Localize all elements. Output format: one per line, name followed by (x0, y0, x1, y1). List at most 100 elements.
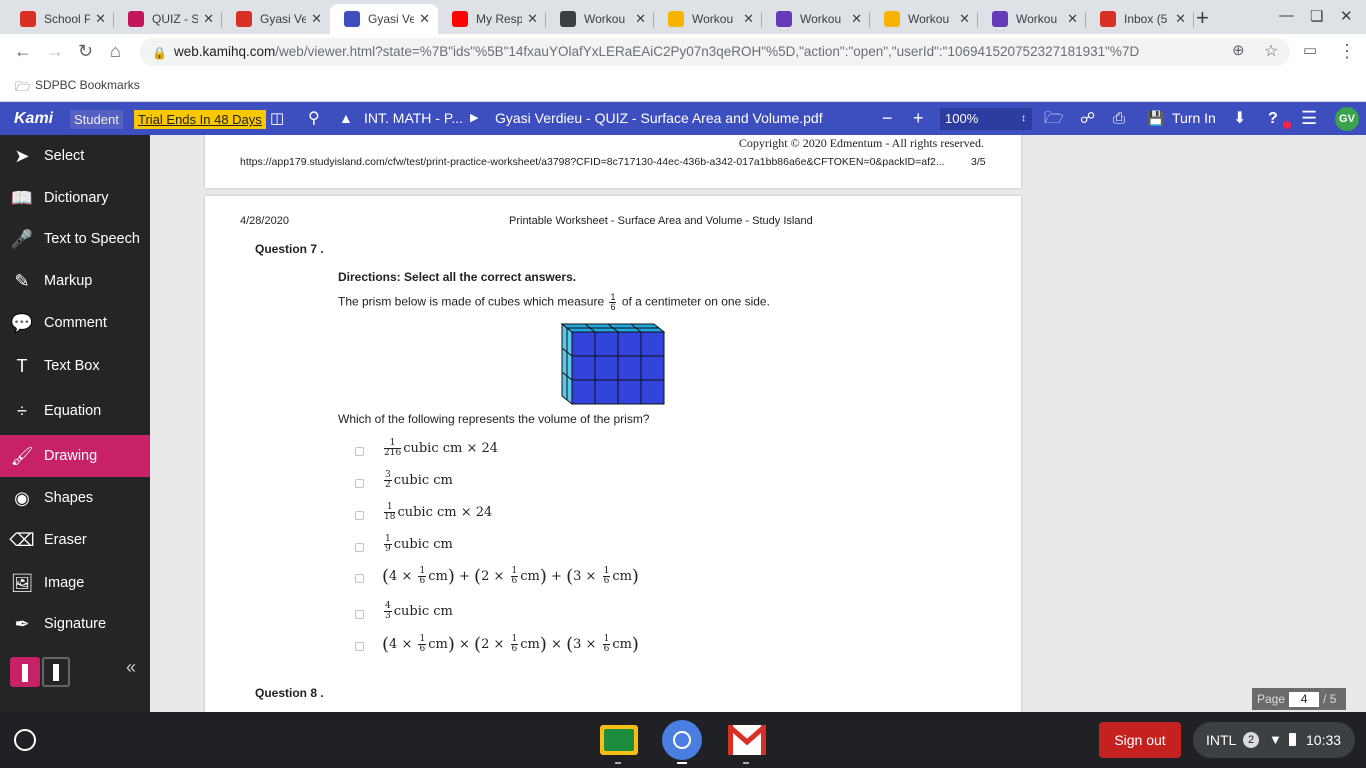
add-shortcut-icon[interactable]: ⊕ (1232, 41, 1245, 59)
sidebar-toggle-icon[interactable]: ◫ (270, 102, 284, 135)
tab-close-icon[interactable]: ✕ (743, 11, 754, 27)
breadcrumb-folder[interactable]: INT. MATH - P... (364, 102, 463, 135)
answer-option[interactable]: (4 × 1 6 cm) × (2 × 1 6 cm) × (3 × 1 6 cm) (382, 634, 639, 655)
sidebar-item-label: Comment (44, 315, 107, 331)
sidebar-item-drawing[interactable]: 🖌 Drawing (0, 435, 150, 477)
tab-close-icon[interactable]: ✕ (203, 11, 214, 27)
tab-title: Workou (584, 12, 626, 26)
kami-tool-sidebar: ➤ Select 📖 Dictionary 🎤 Text to Speech ✎ Markup… (0, 135, 150, 712)
sidebar-item-shapes[interactable]: ◉ Shapes (0, 477, 150, 519)
sidebar-item-signature[interactable]: ✒ Signature (0, 603, 150, 645)
unit: cm (520, 569, 540, 584)
tab-close-icon[interactable]: ✕ (527, 11, 538, 27)
answer-checkbox[interactable] (355, 447, 364, 456)
answer-checkbox[interactable] (355, 610, 364, 619)
status-tray[interactable]: INTL 2 ▼ 10:33 (1193, 722, 1355, 758)
search-icon[interactable]: ⚲ (308, 102, 320, 135)
layout-mode-2-icon[interactable] (42, 657, 70, 687)
layout-mode-1-icon[interactable] (10, 657, 40, 687)
sidebar-item-eraser[interactable]: ⌫ Eraser (0, 519, 150, 561)
fraction: 16 (510, 635, 519, 654)
bookmark-folder-sdpbc[interactable]: SDPBC Bookmarks (35, 78, 140, 92)
sidebar-item-equation[interactable]: ÷ Equation (0, 390, 150, 432)
browser-tab[interactable]: Workou ✕ (762, 4, 870, 34)
tab-close-icon[interactable]: ✕ (95, 11, 106, 27)
user-avatar[interactable]: GV (1335, 107, 1359, 131)
answer-option[interactable]: 1 9 cubic cm (382, 535, 453, 554)
answer-checkbox[interactable] (355, 642, 364, 651)
browser-tab[interactable]: Workou ✕ (546, 4, 654, 34)
classroom-app-icon[interactable] (599, 723, 639, 764)
page-number-input[interactable]: 4 (1289, 692, 1320, 708)
forward-icon[interactable]: → (46, 41, 64, 62)
sidebar-item-comment[interactable]: 💬 Comment (0, 302, 150, 344)
tab-close-icon[interactable]: ✕ (635, 11, 646, 27)
launcher-icon[interactable] (14, 729, 36, 751)
home-icon[interactable]: ⌂ (110, 41, 121, 62)
answer-checkbox[interactable] (355, 574, 364, 583)
reload-icon[interactable]: ↻ (78, 41, 93, 62)
tab-close-icon[interactable]: ✕ (419, 11, 430, 27)
factor: 2 (481, 637, 490, 652)
browser-tab[interactable]: Gyasi Ve ✕ (222, 4, 330, 34)
address-bar[interactable]: 🔒 web.kamihq.com/web/viewer.html?state=%… (140, 38, 1290, 66)
back-icon[interactable]: ← (14, 41, 32, 62)
minimize-icon[interactable]: — (1279, 7, 1294, 24)
share-icon[interactable]: ☍ (1080, 102, 1095, 135)
sign-out-button[interactable]: Sign out (1099, 722, 1181, 758)
cast-icon[interactable]: ▭ (1303, 41, 1317, 59)
gmail-app-icon[interactable] (727, 723, 767, 764)
zoom-out-button[interactable]: − (882, 102, 893, 135)
sidebar-item-text-to-speech[interactable]: 🎤 Text to Speech (0, 218, 150, 260)
close-window-icon[interactable]: ✕ (1340, 7, 1353, 25)
browser-tab[interactable]: Gyasi Ve ✕ (330, 4, 438, 34)
option-text: cubic cm × 24 (397, 505, 493, 520)
collapse-sidebar-icon[interactable]: « (126, 657, 136, 678)
answer-option[interactable]: 1 216 cubic cm × 24 (382, 439, 498, 458)
browser-tab[interactable]: Inbox (5 ✕ (1086, 4, 1194, 34)
save-icon[interactable]: 💾 (1147, 102, 1164, 135)
browser-menu-icon[interactable]: ⋮ (1338, 41, 1356, 62)
print-icon[interactable]: ⎙ (1113, 102, 1125, 135)
open-folder-icon[interactable]: 🗁 (1044, 102, 1064, 135)
browser-tab[interactable]: Workou ✕ (978, 4, 1086, 34)
answer-checkbox[interactable] (355, 511, 364, 520)
fraction-denominator: 2 (385, 480, 391, 490)
browser-tab[interactable]: School P ✕ (6, 4, 114, 34)
sidebar-item-dictionary[interactable]: 📖 Dictionary (0, 177, 150, 219)
sidebar-item-text-box[interactable]: T Text Box (0, 345, 150, 387)
bookmark-star-icon[interactable]: ☆ (1264, 41, 1278, 61)
chrome-app-icon[interactable] (662, 720, 702, 764)
tab-close-icon[interactable]: ✕ (311, 11, 322, 27)
text-t-icon: T (16, 355, 28, 376)
trial-badge[interactable]: Trial Ends In 48 Days (134, 110, 266, 129)
new-tab-button[interactable]: + (1196, 5, 1209, 31)
answer-checkbox[interactable] (355, 479, 364, 488)
sidebar-item-image[interactable]: 🖼 Image (0, 562, 150, 604)
answer-option[interactable]: 1 18 cubic cm × 24 (382, 503, 492, 522)
sidebar-item-markup[interactable]: ✎ Markup (0, 260, 150, 302)
book-icon: 📖 (10, 187, 34, 208)
browser-tab[interactable]: Workou ✕ (870, 4, 978, 34)
menu-icon[interactable]: ☰ (1301, 102, 1317, 135)
tab-close-icon[interactable]: ✕ (1067, 11, 1078, 27)
zoom-select[interactable]: 100% ↕ (940, 108, 1032, 130)
answer-checkbox[interactable] (355, 543, 364, 552)
tab-close-icon[interactable]: ✕ (1175, 11, 1186, 27)
tab-close-icon[interactable]: ✕ (851, 11, 862, 27)
download-icon[interactable]: ⬇ (1233, 102, 1246, 135)
highlighter-icon: ✎ (14, 270, 30, 291)
zoom-in-button[interactable]: + (913, 102, 924, 135)
help-icon[interactable]: ? (1268, 102, 1278, 135)
turn-in-button[interactable]: Turn In (1172, 102, 1216, 135)
tab-close-icon[interactable]: ✕ (959, 11, 970, 27)
maximize-icon[interactable]: ❏ (1310, 7, 1323, 25)
browser-tab[interactable]: Workou ✕ (654, 4, 762, 34)
browser-tab[interactable]: My Resp ✕ (438, 4, 546, 34)
answer-option[interactable]: (4 × 1 6 cm) + (2 × 1 6 cm) + (3 × 1 6 cm) (382, 566, 639, 587)
browser-tab[interactable]: QUIZ - S ✕ (114, 4, 222, 34)
answer-option[interactable]: 4 3 cubic cm (382, 602, 453, 621)
answer-option[interactable]: 3 2 cubic cm (382, 471, 453, 490)
sidebar-item-select[interactable]: ➤ Select (0, 135, 150, 177)
pdf-viewer[interactable]: Copyright © 2020 Edmentum - All rights r… (150, 135, 1366, 712)
